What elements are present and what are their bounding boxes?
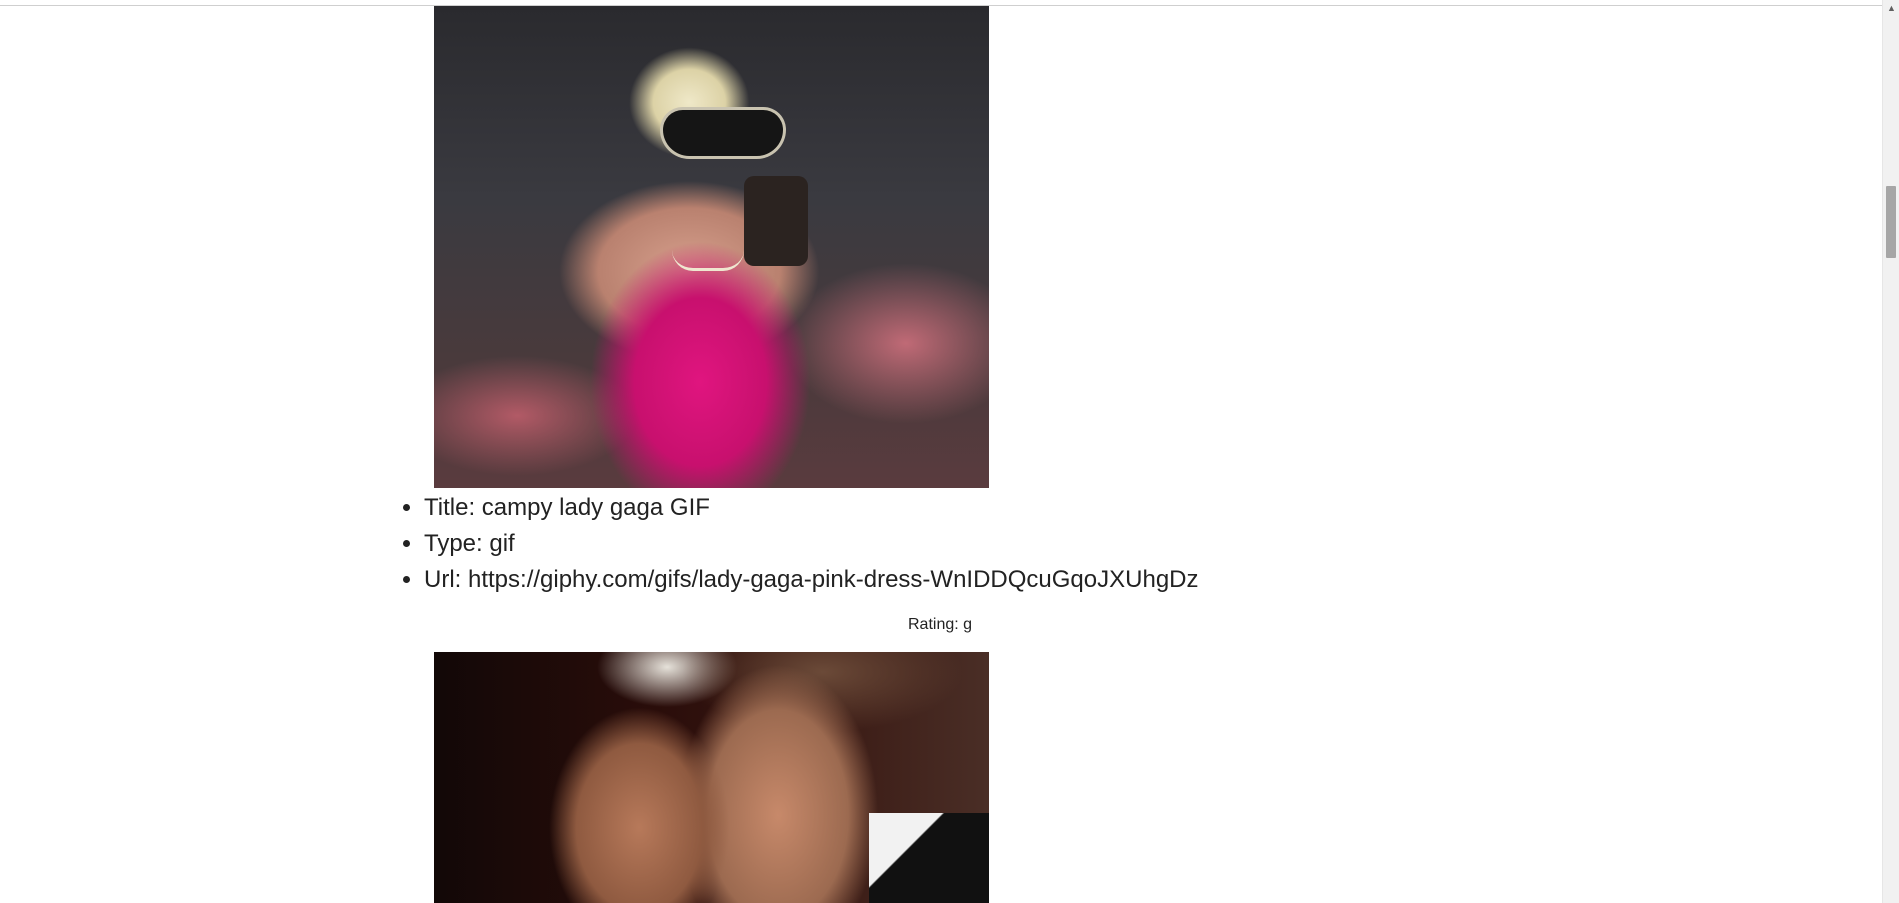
sunglasses-graphic (663, 110, 783, 156)
scroll-thumb[interactable] (1886, 186, 1896, 258)
page-viewport: Title: campy lady gaga GIF Type: gif Url… (0, 0, 1882, 903)
gif-title: Title: campy lady gaga GIF (424, 490, 1199, 526)
gif-info-list: Title: campy lady gaga GIF Type: gif Url… (400, 490, 1199, 598)
gif-rating: Rating: g (908, 616, 973, 633)
gif-image-next (434, 652, 989, 903)
scroll-up-arrow-icon[interactable]: ▲ (1883, 0, 1899, 17)
vertical-scrollbar[interactable]: ▲ (1882, 0, 1899, 903)
phone-graphic (744, 176, 808, 266)
necklace-graphic (672, 250, 744, 271)
gif-url: Url: https://giphy.com/gifs/lady-gaga-pi… (424, 562, 1199, 598)
gif-image (434, 6, 989, 488)
gif-type: Type: gif (424, 526, 1199, 562)
suit-graphic (869, 813, 989, 903)
